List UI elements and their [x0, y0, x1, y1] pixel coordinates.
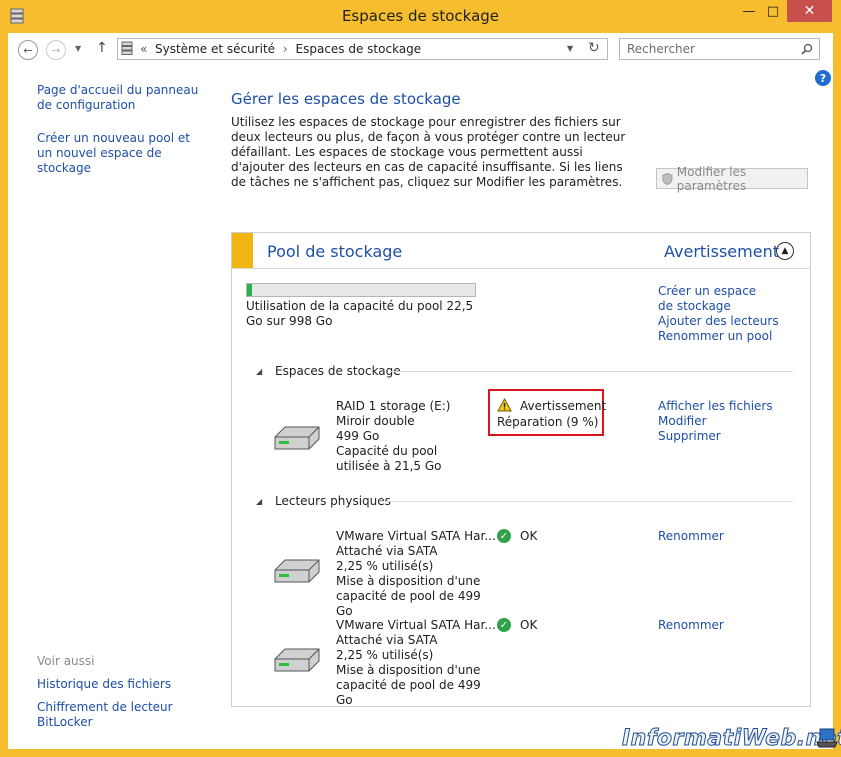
view-files-link[interactable]: Afficher les fichiers: [658, 399, 773, 414]
laptop-logo-icon: [816, 728, 838, 748]
rename-pool-link[interactable]: Renommer un pool: [658, 329, 772, 344]
section-divider: [379, 501, 793, 502]
window-title: Espaces de stockage: [341, 7, 500, 25]
back-button[interactable]: ←: [18, 40, 38, 60]
arrow-left-icon: ←: [23, 43, 33, 57]
modify-space-link[interactable]: Modifier: [658, 414, 707, 429]
drive-status: OK: [520, 618, 538, 632]
space-repair-progress: Réparation (9 %): [497, 415, 599, 429]
pool-usage-fill: [247, 284, 252, 296]
section-expand-triangle-icon[interactable]: ◢: [256, 497, 262, 506]
section-expand-triangle-icon[interactable]: ◢: [256, 367, 262, 376]
shield-icon: [662, 172, 673, 185]
sidebar-link-bitlocker[interactable]: Chiffrement de lecteur BitLocker: [37, 700, 177, 730]
modify-settings-label: Modifier les paramètres: [676, 164, 747, 193]
up-button[interactable]: ↑: [96, 40, 108, 56]
drive-status: OK: [520, 529, 538, 543]
ok-check-icon: ✓: [497, 529, 511, 543]
arrow-right-icon: →: [51, 43, 61, 57]
chevron-up-icon: ▲: [781, 246, 789, 256]
space-pool-used: Capacité du pool utilisée à 21,5 Go: [336, 444, 442, 473]
pool-usage-text: Utilisation de la capacité du pool 22,5 …: [246, 299, 474, 328]
drive-provide: Mise à disposition d'une capacité de poo…: [336, 574, 481, 618]
page-description: Utilisez les espaces de stockage pour en…: [231, 115, 626, 189]
drive-provide: Mise à disposition d'une capacité de poo…: [336, 663, 481, 707]
arrow-up-icon: ↑: [96, 40, 108, 56]
rename-drive-link[interactable]: Renommer: [658, 618, 724, 633]
space-status: Avertissement: [520, 399, 607, 413]
sidebar-link-create-pool[interactable]: Créer un nouveau pool et un nouvel espac…: [37, 131, 207, 176]
rename-drive-link[interactable]: Renommer: [658, 529, 724, 544]
drive-used: 2,25 % utilisé(s): [336, 648, 434, 662]
drive-used: 2,25 % utilisé(s): [336, 559, 434, 573]
breadcrumb-system-security[interactable]: Système et sécurité: [155, 42, 275, 56]
chevron-down-icon: ▼: [567, 44, 574, 53]
drive-name: VMware Virtual SATA Har...: [336, 618, 496, 632]
search-input[interactable]: Rechercher: [627, 42, 695, 56]
maximize-button[interactable]: □: [761, 0, 785, 22]
drive-icon: [274, 559, 320, 583]
see-also-label: Voir aussi: [37, 654, 95, 668]
pool-title: Pool de stockage: [267, 242, 403, 261]
drive-attach: Attaché via SATA: [336, 633, 438, 647]
storage-spaces-section-label: Espaces de stockage: [275, 364, 401, 378]
help-icon[interactable]: ?: [815, 70, 831, 86]
watermark-logo: InformatiWeb.net: [621, 726, 841, 752]
search-icon[interactable]: [801, 43, 813, 55]
space-name: RAID 1 storage (E:): [336, 399, 451, 413]
drive-icon: [274, 648, 320, 672]
sidebar-link-file-history[interactable]: Historique des fichiers: [37, 677, 171, 692]
breadcrumb-overflow[interactable]: «: [140, 42, 147, 56]
warning-icon: [497, 398, 512, 412]
add-drives-link[interactable]: Ajouter des lecteurs: [658, 314, 779, 329]
breadcrumb: Système et sécurité › Espaces de stockag…: [155, 42, 421, 56]
create-space-link[interactable]: Créer un espace de stockage: [658, 284, 768, 314]
refresh-icon: ↻: [588, 40, 600, 56]
address-dropdown[interactable]: ▼: [567, 44, 573, 53]
section-divider: [390, 371, 793, 372]
recent-pages-dropdown[interactable]: ▼: [75, 44, 81, 53]
forward-button[interactable]: →: [46, 40, 66, 60]
breadcrumb-separator: ›: [282, 42, 288, 56]
pool-usage-bar: [246, 283, 476, 297]
pool-status: Avertissement: [664, 242, 779, 261]
physical-drives-section-label: Lecteurs physiques: [275, 494, 391, 508]
ok-check-icon: ✓: [497, 618, 511, 632]
breadcrumb-storage-spaces[interactable]: Espaces de stockage: [296, 42, 422, 56]
refresh-button[interactable]: ↻: [588, 40, 600, 56]
drive-name: VMware Virtual SATA Har...: [336, 529, 496, 543]
drive-icon: [274, 426, 320, 450]
modify-settings-button[interactable]: Modifier les paramètres: [656, 165, 808, 193]
space-size: 499 Go: [336, 429, 380, 443]
delete-space-link[interactable]: Supprimer: [658, 429, 721, 444]
page-title: Gérer les espaces de stockage: [231, 90, 461, 108]
collapse-button[interactable]: ▲: [776, 242, 794, 260]
close-button[interactable]: ✕: [787, 0, 832, 22]
space-type: Miroir double: [336, 414, 415, 428]
storage-spaces-icon: [121, 41, 133, 55]
sidebar-link-control-panel-home[interactable]: Page d'accueil du panneau de configurati…: [37, 83, 207, 113]
minimize-button[interactable]: —: [737, 0, 761, 22]
pool-warning-stripe: [232, 233, 253, 268]
drive-attach: Attaché via SATA: [336, 544, 438, 558]
